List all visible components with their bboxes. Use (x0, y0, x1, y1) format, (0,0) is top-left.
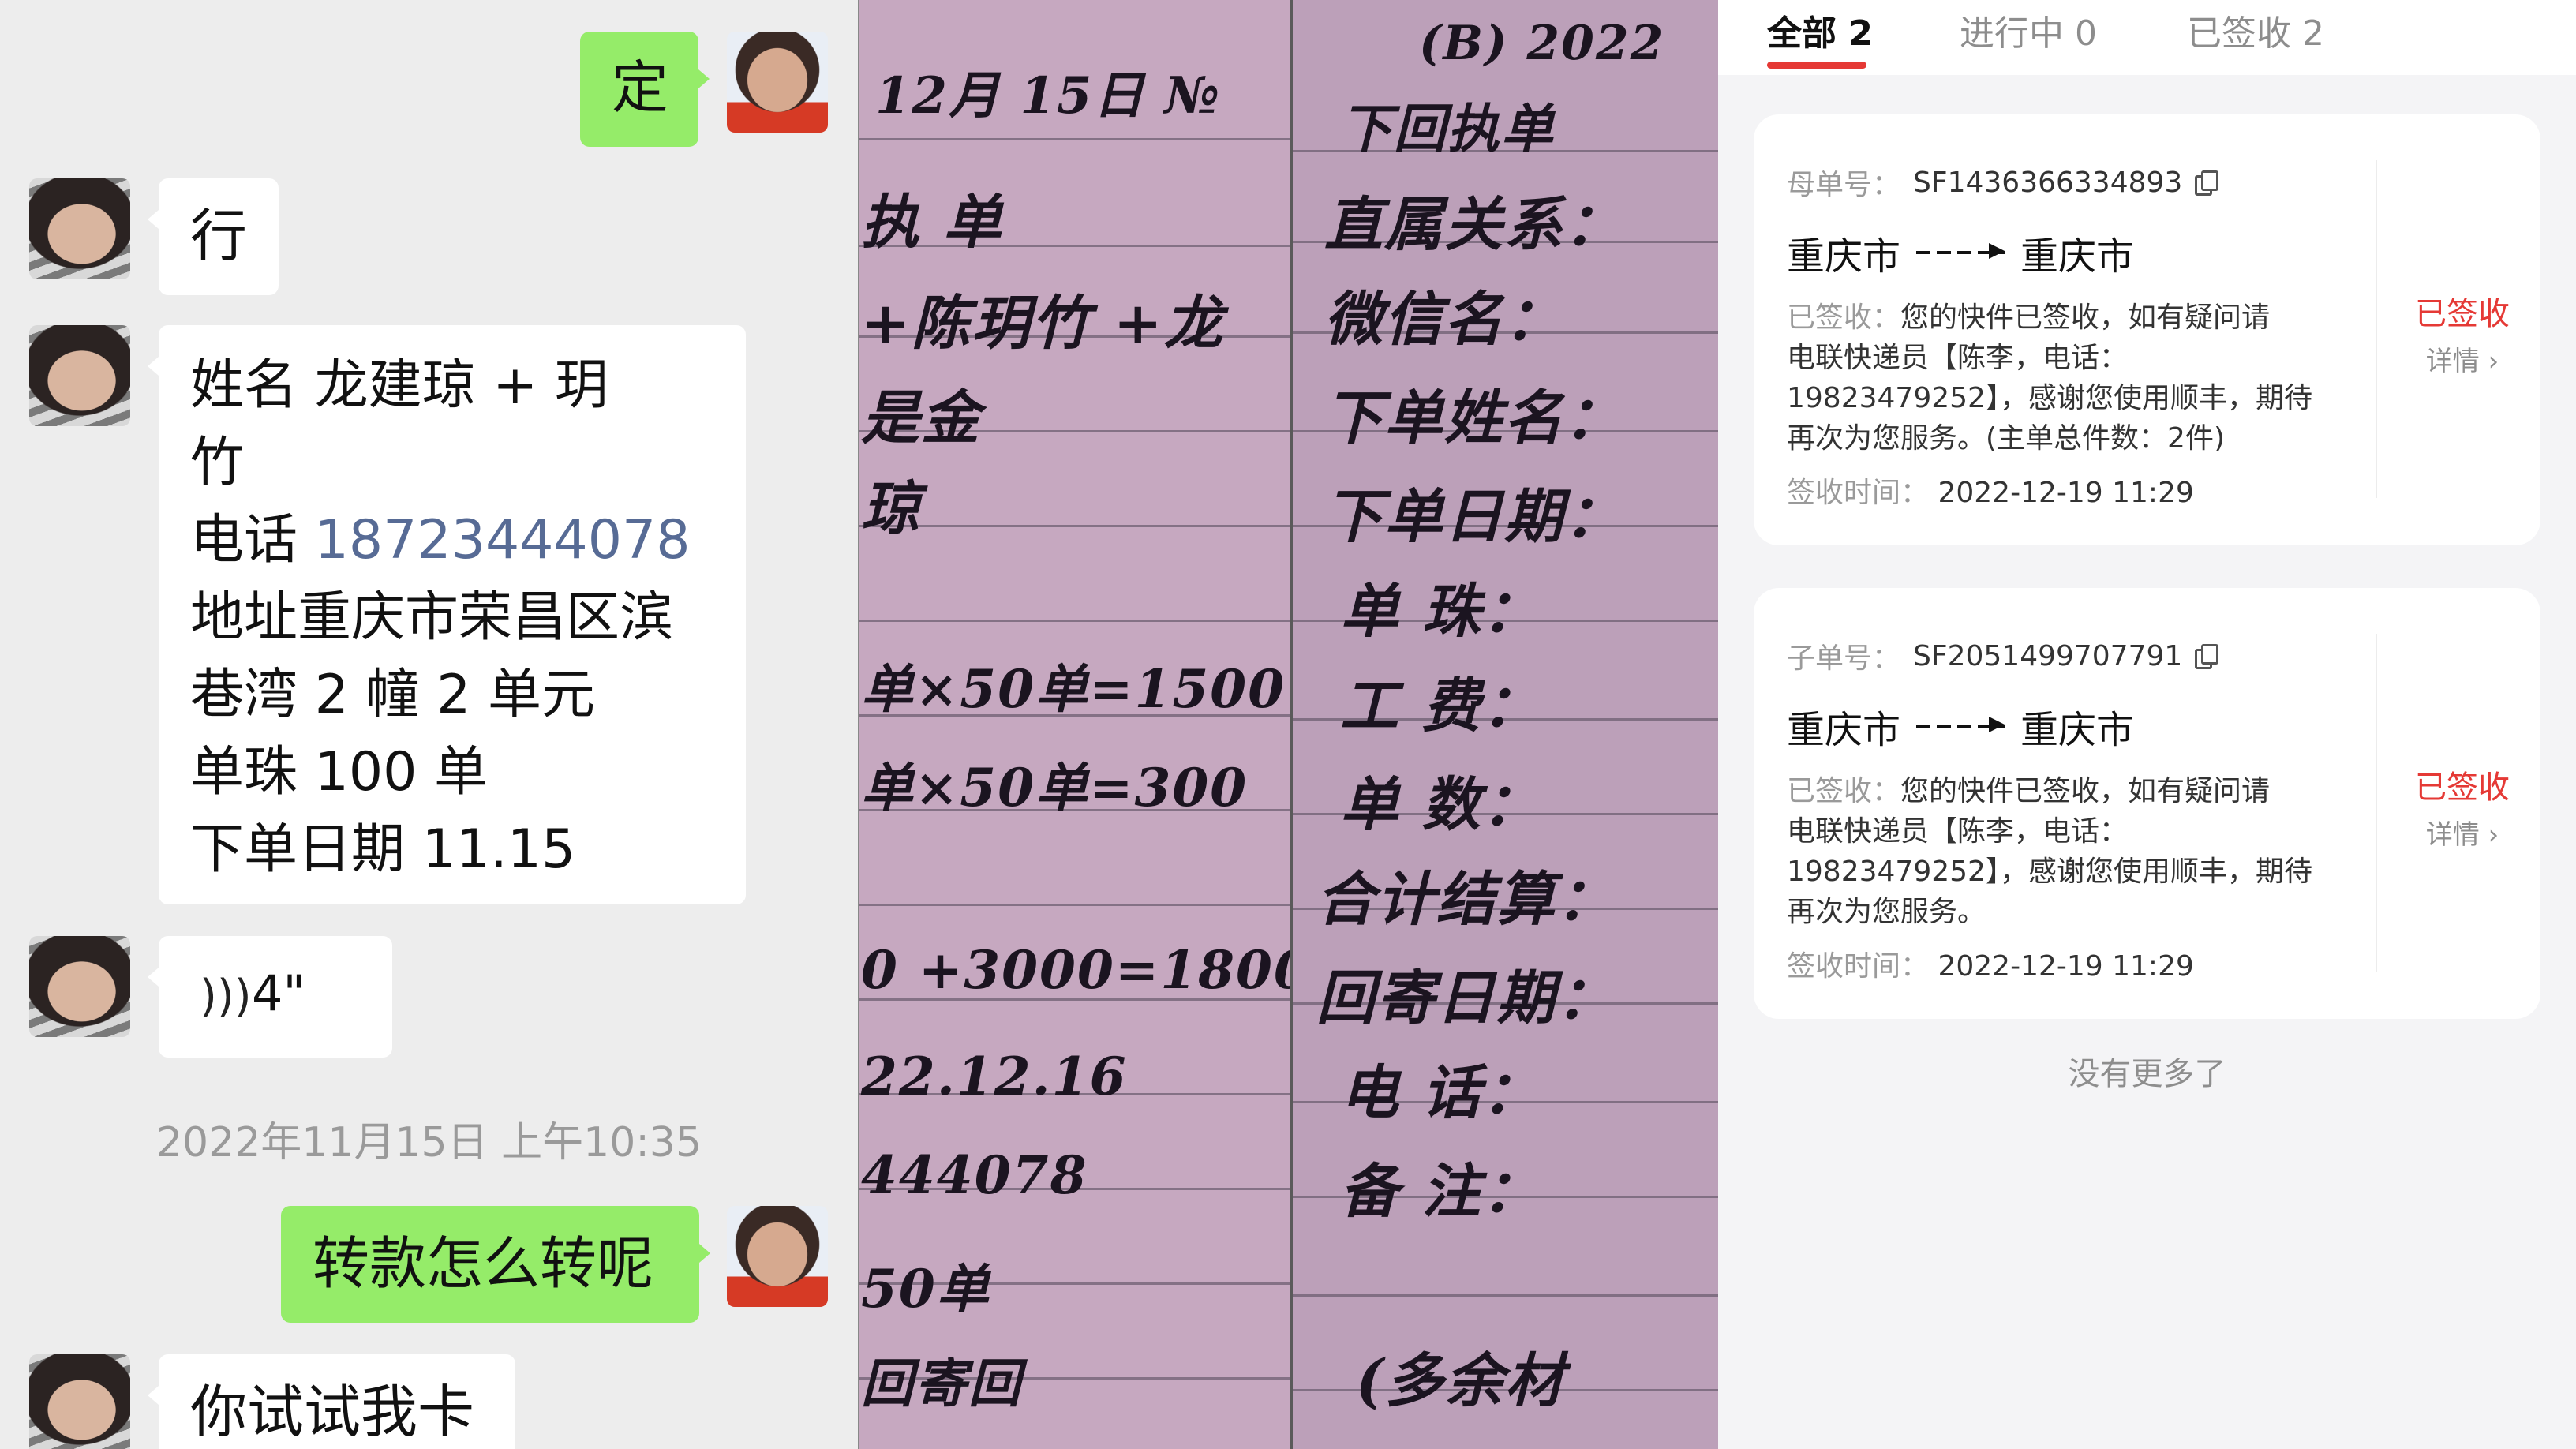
waybill-number: SF1436366334893 (1913, 166, 2183, 199)
message-line-label: 电话 (190, 509, 298, 571)
card-divider (2376, 634, 2377, 972)
message-line: 巷湾 2 幢 2 单元 (190, 664, 595, 726)
waybill-row: 子单号： SF2051499707791 (1787, 635, 2355, 676)
handwritten-line: 单 珠： (1340, 578, 1542, 646)
handwritten-line: (多余材 (1356, 1347, 1566, 1415)
notebook-photo-1: 12月 15日 № 执 单 +陈玥竹 +龙 是金 琼 单×50单=1500 单×… (858, 0, 1290, 1449)
waybill-label: 母单号： (1787, 169, 1901, 201)
handwritten-line: (B) 2022 (1419, 16, 1665, 71)
delivery-status: 已签收：您的快件已签收，如有疑问请 电联快递员【陈李，电话： 198234792… (1787, 298, 2355, 459)
card-divider (2376, 160, 2377, 498)
chat-message-received[interactable]: 你试试我卡 (148, 1354, 515, 1449)
handwritten-line: 微信名： (1324, 286, 1564, 354)
message-line: 下单日期 11.15 (190, 818, 576, 881)
contact-avatar[interactable] (29, 1354, 130, 1449)
no-more-text: 没有更多了 (2068, 1056, 2226, 1092)
sf-express-panel: 全部 2 进行中 0 已签收 2 母单号： SF1436366334893 重庆… (1718, 0, 2576, 1449)
message-text: 你试试我卡 (190, 1379, 475, 1445)
handwritten-line: 0 +3000=18000 (861, 939, 1290, 1001)
handwritten-line: 50单 (861, 1258, 990, 1320)
handwritten-line: 下单姓名： (1324, 384, 1624, 452)
handwritten-line: 是金 (861, 384, 981, 452)
notebook-photo-2: (B) 2022 下回执单 直属关系： 微信名： 下单姓名： 下单日期： 单 珠… (1290, 0, 1719, 1449)
message-text: 定 (612, 54, 669, 121)
sign-time-row: 签收时间： 2022-12-19 11:29 (1787, 943, 2355, 984)
tab-in-progress[interactable]: 进行中 0 (1960, 5, 2097, 55)
detail-link[interactable]: 详情 › (2391, 813, 2533, 852)
chat-timestamp: 2022年11月15日 上午10:35 (155, 1119, 702, 1166)
self-avatar[interactable] (727, 1206, 828, 1307)
message-line: 地址重庆市荣昌区滨 (190, 586, 674, 649)
contact-avatar[interactable] (29, 178, 130, 279)
handwritten-line: 单×50单=1500 (861, 658, 1286, 720)
handwritten-line: 下回执单 (1340, 98, 1555, 159)
waybill-number: SF2051499707791 (1913, 639, 2183, 672)
handwritten-line: 下单日期： (1324, 483, 1624, 551)
sign-time-row: 签收时间： 2022-12-19 11:29 (1787, 470, 2355, 511)
copy-icon[interactable] (2195, 644, 2219, 669)
message-line: 电话 18723444078 (190, 502, 691, 579)
sign-time: 2022-12-19 11:29 (1938, 950, 2194, 983)
tab-all[interactable]: 全部 2 (1767, 5, 1873, 55)
status-label: 已签收： (1787, 775, 1901, 807)
phone-number-link[interactable]: 18723444078 (315, 509, 691, 571)
chat-message-received[interactable]: 行 (148, 178, 279, 295)
origin-city: 重庆市 (1787, 708, 1901, 752)
handwritten-line: 回寄回 (861, 1353, 1022, 1414)
route-arrow-icon (1916, 243, 2005, 259)
waybill-row: 母单号： SF1436366334893 (1787, 162, 2355, 203)
delivery-status: 已签收：您的快件已签收，如有疑问请 电联快递员【陈李，电话： 198234792… (1787, 771, 2355, 932)
handwritten-line: 444078 (861, 1144, 1088, 1206)
wechat-chat-panel: 定 行 姓名 龙建琼 + 玥 竹 电话 18723444078 地址重庆市荣昌区… (0, 0, 858, 1449)
message-line: 姓名 龙建琼 + 玥 (190, 354, 608, 417)
contact-avatar[interactable] (29, 325, 130, 426)
destination-city: 重庆市 (2020, 234, 2135, 279)
shipment-card[interactable]: 母单号： SF1436366334893 重庆市 重庆市 已签收：您的快件已签收… (1754, 114, 2540, 545)
self-avatar[interactable] (727, 32, 828, 133)
shipment-card[interactable]: 子单号： SF2051499707791 重庆市 重庆市 已签收：您的快件已签收… (1754, 588, 2540, 1019)
handwritten-line: 22.12.16 (861, 1046, 1128, 1107)
copy-icon[interactable] (2195, 170, 2219, 196)
message-line: 单珠 100 单 (190, 741, 489, 803)
handwritten-line: 备 注： (1340, 1158, 1542, 1226)
sign-time-label: 签收时间： (1787, 950, 1930, 983)
sign-time: 2022-12-19 11:29 (1938, 477, 2194, 509)
tab-bar: 全部 2 进行中 0 已签收 2 (1718, 0, 2576, 75)
route-row: 重庆市 重庆市 (1787, 225, 2355, 280)
chat-message-received[interactable]: 姓名 龙建琼 + 玥 竹 电话 18723444078 地址重庆市荣昌区滨 巷湾… (148, 325, 746, 904)
message-text: 转款怎么转呢 (313, 1230, 654, 1297)
handwritten-line: 单×50单=300 (861, 757, 1249, 818)
handwritten-line: 单 数： (1340, 771, 1542, 839)
message-line: 竹 (190, 432, 245, 494)
active-tab-indicator (1767, 62, 1866, 69)
route-arrow-icon (1916, 717, 2005, 732)
route-row: 重庆市 重庆市 (1787, 698, 2355, 754)
voice-duration: 4" (252, 964, 305, 1022)
sign-time-label: 签收时间： (1787, 477, 1930, 509)
handwritten-line: 电 话： (1340, 1059, 1542, 1127)
handwritten-line: 执 单 (861, 189, 1003, 256)
handwritten-line: 12月 15日 № (875, 66, 1222, 125)
destination-city: 重庆市 (2020, 708, 2135, 752)
handwritten-line: 合计结算： (1316, 866, 1616, 934)
handwritten-line: 回寄日期： (1316, 964, 1616, 1032)
origin-city: 重庆市 (1787, 234, 1901, 279)
handwritten-line: +陈玥竹 +龙 (861, 290, 1224, 358)
message-text: 行 (190, 203, 248, 269)
chat-message-sent[interactable]: 定 (580, 32, 710, 147)
chat-message-sent[interactable]: 转款怎么转呢 (281, 1206, 710, 1323)
status-label: 已签收： (1787, 301, 1901, 334)
tab-signed[interactable]: 已签收 2 (2187, 5, 2324, 55)
voice-wave-icon: ))) (200, 971, 252, 1022)
status-badge: 已签收 (2415, 296, 2510, 332)
waybill-label: 子单号： (1787, 642, 1901, 675)
status-badge: 已签收 (2415, 769, 2510, 806)
handwritten-line: 工 费： (1340, 672, 1542, 740)
handwritten-line: 直属关系： (1324, 191, 1624, 259)
contact-avatar[interactable] (29, 936, 130, 1037)
handwritten-line: 琼 (861, 475, 921, 543)
voice-message[interactable]: ))) 4" (148, 936, 392, 1058)
detail-link[interactable]: 详情 › (2391, 339, 2533, 378)
